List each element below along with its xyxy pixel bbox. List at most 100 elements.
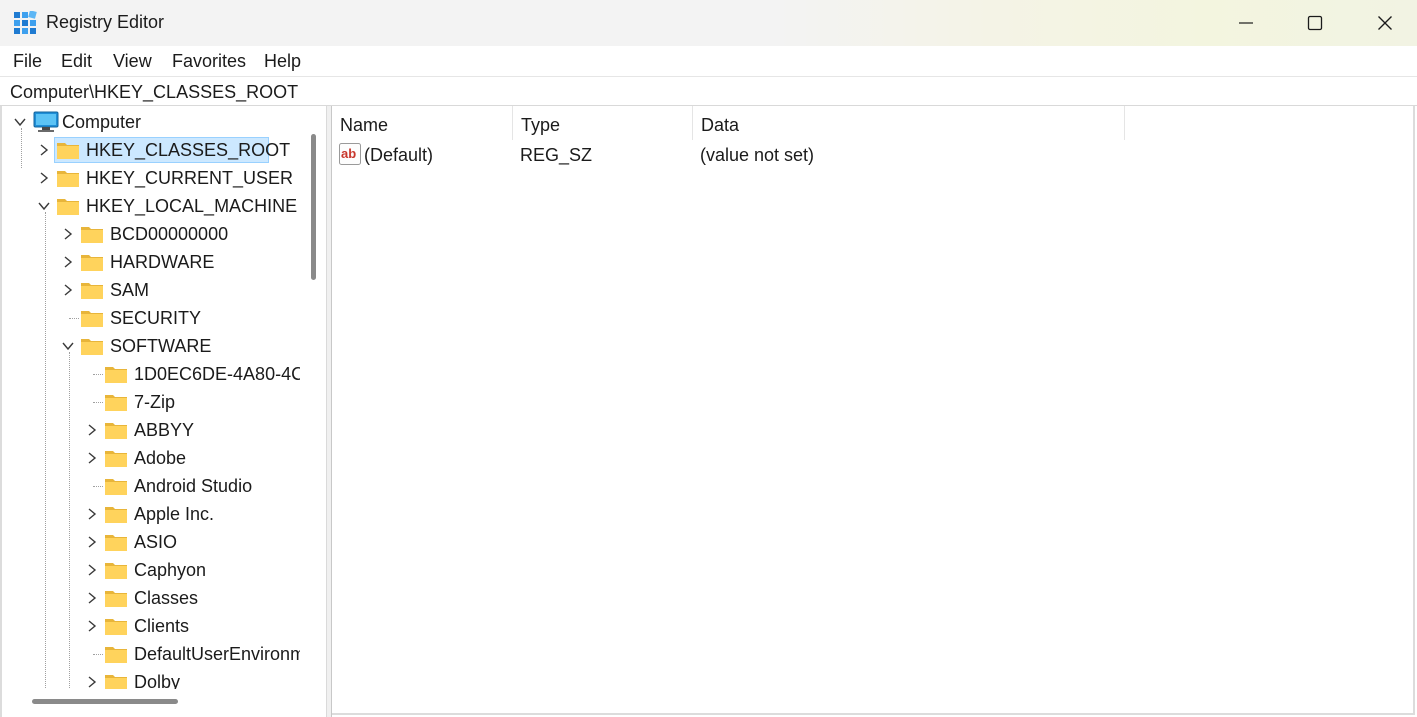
folder-icon (81, 255, 103, 271)
folder-icon (105, 395, 127, 411)
tree-item-label: HKEY_CURRENT_USER (86, 168, 294, 188)
chevron-right-icon[interactable] (85, 591, 99, 605)
folder-icon (105, 479, 127, 495)
tree-item-asio[interactable]: ASIO (2, 528, 300, 556)
tree-item-dolby[interactable]: Dolby (2, 668, 300, 689)
tree-item-software[interactable]: SOFTWARE (2, 332, 300, 360)
chevron-right-icon[interactable] (37, 143, 51, 157)
address-path[interactable]: Computer\HKEY_CLASSES_ROOT (10, 82, 298, 103)
column-header-data[interactable]: Data (693, 106, 1125, 140)
tree-item-label: 7-Zip (134, 392, 176, 412)
tree-item-hkey-classes-root[interactable]: HKEY_CLASSES_ROOT (2, 136, 300, 164)
tree-horizontal-scrollbar[interactable] (2, 691, 300, 715)
tree-item-hkey-current-user[interactable]: HKEY_CURRENT_USER (2, 164, 300, 192)
registry-editor-icon (14, 11, 37, 34)
tree-item-computer[interactable]: Computer (2, 108, 300, 136)
close-icon (1378, 16, 1392, 30)
tree-item-hkey-local-machine[interactable]: HKEY_LOCAL_MACHINE (2, 192, 300, 220)
maximize-button[interactable] (1280, 0, 1350, 46)
tree-item-adobe[interactable]: Adobe (2, 444, 300, 472)
tree-item-1d0ec6de-4a80-4c0[interactable]: 1D0EC6DE-4A80-4C0 (2, 360, 300, 388)
tree-guide-line (93, 654, 103, 655)
chevron-right-icon[interactable] (61, 255, 75, 269)
chevron-right-icon[interactable] (85, 675, 99, 689)
folder-icon (57, 143, 79, 159)
svg-text:ab: ab (341, 146, 356, 161)
minimize-button[interactable] (1211, 0, 1281, 46)
tree-item-label: 1D0EC6DE-4A80-4C0 (134, 364, 300, 384)
tree-item-label: HKEY_CLASSES_ROOT (86, 140, 291, 160)
tree-item-apple-inc[interactable]: Apple Inc. (2, 500, 300, 528)
tree-item-classes[interactable]: Classes (2, 584, 300, 612)
value-name: (Default) (364, 145, 434, 165)
address-bar[interactable]: Computer\HKEY_CLASSES_ROOT (0, 76, 1417, 106)
folder-icon (105, 563, 127, 579)
tree-item-label: Dolby (134, 672, 181, 689)
chevron-right-icon[interactable] (37, 171, 51, 185)
tree-item-label: Android Studio (134, 476, 253, 496)
folder-icon (105, 619, 127, 635)
folder-icon (57, 171, 79, 187)
key-tree-pane[interactable]: Computer HKEY_CLASSES_ROOT HKEY_CURRENT_U… (0, 106, 326, 717)
chevron-right-icon[interactable] (85, 563, 99, 577)
folder-icon (105, 647, 127, 663)
menu-view[interactable]: View (113, 51, 152, 72)
scrollbar-thumb[interactable] (311, 134, 316, 280)
tree-item-label: HARDWARE (110, 252, 215, 272)
chevron-right-icon[interactable] (85, 535, 99, 549)
folder-icon (57, 199, 79, 215)
value-type: REG_SZ (520, 145, 593, 165)
tree-guide-line (93, 402, 103, 403)
tree-item-abbyy[interactable]: ABBYY (2, 416, 300, 444)
tree-item-security[interactable]: SECURITY (2, 304, 300, 332)
tree-item-caphyon[interactable]: Caphyon (2, 556, 300, 584)
computer-icon (33, 111, 59, 132)
folder-icon (105, 507, 127, 523)
tree-item-hardware[interactable]: HARDWARE (2, 248, 300, 276)
chevron-right-icon[interactable] (85, 619, 99, 633)
column-header-name[interactable]: Name (332, 106, 513, 140)
tree-item-android-studio[interactable]: Android Studio (2, 472, 300, 500)
menu-edit[interactable]: Edit (61, 51, 92, 72)
tree-item-defaultuserenvironm[interactable]: DefaultUserEnvironm (2, 640, 300, 668)
maximize-icon (1307, 15, 1323, 31)
tree-item-bcd00000000[interactable]: BCD00000000 (2, 220, 300, 248)
chevron-down-icon[interactable] (61, 339, 75, 353)
menu-bar: File Edit View Favorites Help (0, 46, 1417, 76)
folder-icon (81, 339, 103, 355)
tree-vertical-scrollbar[interactable] (302, 106, 326, 689)
tree-item-7-zip[interactable]: 7-Zip (2, 388, 300, 416)
value-data: (value not set) (700, 145, 815, 165)
folder-icon (105, 675, 127, 689)
values-list-pane[interactable]: Name Type Data ab (Default) REG_SZ (valu… (332, 106, 1415, 715)
chevron-right-icon[interactable] (85, 423, 99, 437)
chevron-down-icon[interactable] (13, 115, 27, 129)
tree-item-sam[interactable]: SAM (2, 276, 300, 304)
chevron-right-icon[interactable] (85, 451, 99, 465)
scrollbar-thumb[interactable] (32, 699, 178, 704)
tree-item-label: Caphyon (134, 560, 207, 580)
folder-icon (105, 591, 127, 607)
tree-item-label: Clients (134, 616, 190, 636)
tree-item-label: ABBYY (134, 420, 195, 440)
folder-icon (105, 423, 127, 439)
close-button[interactable] (1350, 0, 1417, 46)
tree-item-label: Apple Inc. (134, 504, 215, 524)
chevron-right-icon[interactable] (85, 507, 99, 521)
tree-item-clients[interactable]: Clients (2, 612, 300, 640)
menu-help[interactable]: Help (264, 51, 301, 72)
string-value-icon: ab (339, 143, 361, 165)
tree-item-label: Adobe (134, 448, 187, 468)
folder-icon (81, 311, 103, 327)
tree-item-label: Computer (62, 112, 142, 132)
column-header-type[interactable]: Type (513, 106, 693, 140)
tree-guide-line (69, 318, 79, 319)
tree-item-label: DefaultUserEnvironm (134, 644, 300, 664)
chevron-down-icon[interactable] (37, 199, 51, 213)
menu-file[interactable]: File (13, 51, 42, 72)
chevron-right-icon[interactable] (61, 227, 75, 241)
chevron-right-icon[interactable] (61, 283, 75, 297)
list-item[interactable]: ab (Default) REG_SZ (value not set) (332, 140, 1415, 168)
menu-favorites[interactable]: Favorites (172, 51, 246, 72)
folder-icon (105, 367, 127, 383)
